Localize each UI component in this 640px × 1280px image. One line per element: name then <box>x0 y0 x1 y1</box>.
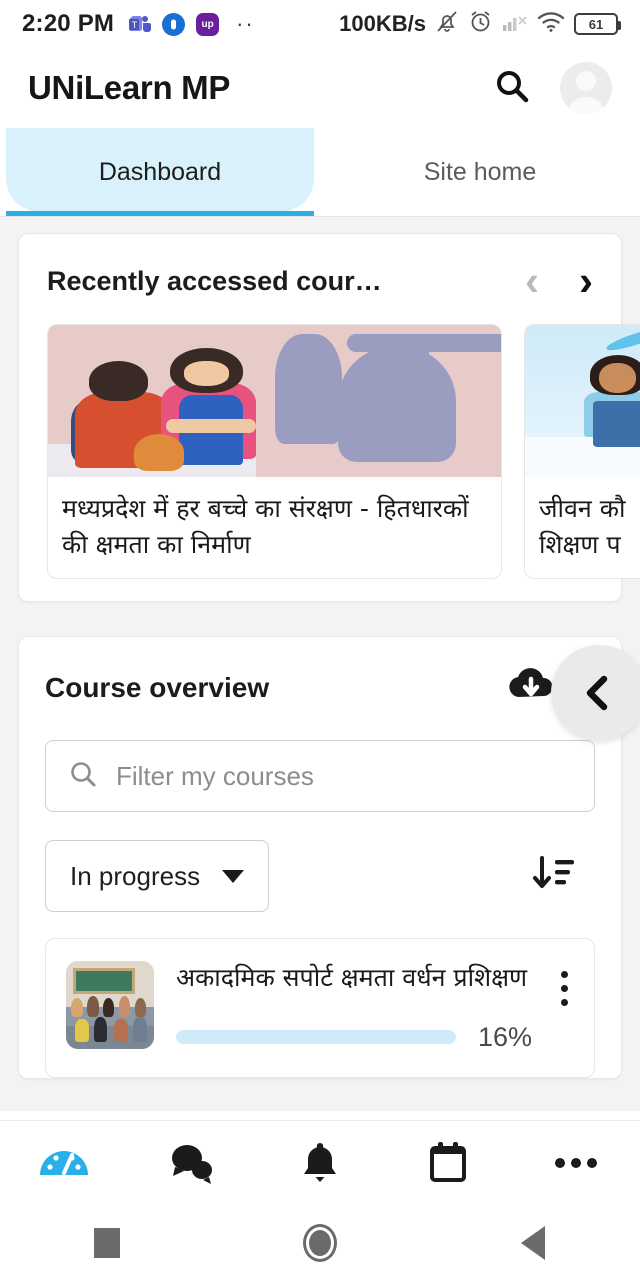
status-overflow-dots: ·· <box>236 11 255 36</box>
bottom-nav-notifications[interactable] <box>256 1138 384 1188</box>
app-header-actions <box>492 62 612 114</box>
blue-circle-app-icon <box>162 12 186 36</box>
course-list-item[interactable]: अकादमिक सपोर्ट क्षमता वर्धन प्रशिक्षण 16… <box>45 938 595 1078</box>
status-right-icons: 100KB/s 61 <box>339 9 621 40</box>
course-item-main: अकादमिक सपोर्ट क्षमता वर्धन प्रशिक्षण 16… <box>176 961 532 1053</box>
system-recents-button[interactable] <box>0 1227 213 1258</box>
no-signal-icon <box>502 11 528 38</box>
search-icon[interactable] <box>492 66 532 111</box>
mute-bell-icon <box>435 9 459 40</box>
tab-dashboard[interactable]: Dashboard <box>0 128 320 216</box>
status-time: 2:20 PM <box>22 10 115 37</box>
progress-percent-label: 16% <box>477 1021 532 1052</box>
course-overview-card: Course overview Filter my courses In pro… <box>18 636 640 1079</box>
teams-icon: T <box>128 13 151 36</box>
school-girl-illustration <box>525 325 640 477</box>
filter-input-placeholder: Filter my courses <box>116 760 314 791</box>
course-status-value: In progress <box>70 860 201 891</box>
alarm-clock-icon <box>468 9 493 39</box>
course-overview-header: Course overview <box>45 665 595 710</box>
recently-accessed-card: Recently accessed cour… ‹ › मध्यप्रदेश म… <box>18 233 640 602</box>
tab-site-home[interactable]: Site home <box>320 128 640 216</box>
status-bar: 2:20 PM T up ·· 100KB/s 61 <box>0 0 640 48</box>
battery-icon: 61 <box>574 13 621 35</box>
bottom-nav-more[interactable] <box>512 1153 640 1173</box>
course-progress: 16% <box>176 1022 532 1053</box>
bottom-nav-calendar[interactable] <box>384 1138 512 1188</box>
status-app-icons: T up ·· <box>128 11 255 36</box>
bottom-navigation <box>0 1120 640 1205</box>
system-navigation-bar <box>0 1205 640 1280</box>
recently-accessed-header: Recently accessed cour… ‹ › <box>47 260 593 302</box>
chevron-down-icon <box>222 869 245 883</box>
avatar[interactable] <box>560 62 612 114</box>
course-status-dropdown[interactable]: In progress <box>45 840 270 912</box>
page-title: UNiLearn MP <box>28 69 231 106</box>
course-controls-row: In progress <box>45 840 595 912</box>
recent-course-title: जीवन कौ शिक्षण प <box>539 494 626 559</box>
network-speed-label: 100KB/s <box>339 11 426 36</box>
battery-level-label: 61 <box>588 16 604 32</box>
search-icon <box>68 759 98 794</box>
child-protection-illustration <box>48 325 501 477</box>
recently-accessed-title: Recently accessed cour… <box>47 265 382 296</box>
course-item-title: अकादमिक सपोर्ट क्षमता वर्धन प्रशिक्षण <box>176 963 528 992</box>
app-header: UNiLearn MP <box>0 48 640 128</box>
kebab-menu-icon[interactable] <box>554 961 574 1006</box>
tab-bar: Dashboard Site home <box>0 128 640 216</box>
recently-accessed-nav: ‹ › <box>525 260 593 302</box>
tab-dashboard-label: Dashboard <box>98 157 222 186</box>
progress-bar-track <box>176 1030 456 1044</box>
recent-course-title: मध्यप्रदेश में हर बच्चे का संरक्षण - हित… <box>62 494 469 559</box>
tab-site-home-label: Site home <box>423 157 537 186</box>
phone-screen: 2:20 PM T up ·· 100KB/s 61 UNiLearn MP D… <box>0 0 640 1280</box>
system-home-button[interactable] <box>213 1223 426 1262</box>
classroom-thumbnail <box>66 961 154 1049</box>
bottom-nav-dashboard[interactable] <box>0 1141 128 1185</box>
sort-descending-icon[interactable] <box>531 852 579 901</box>
recent-course-card[interactable]: मध्यप्रदेश में हर बच्चे का संरक्षण - हित… <box>47 324 502 579</box>
carousel-prev-button[interactable]: ‹ <box>525 260 539 302</box>
bottom-nav-messages[interactable] <box>128 1140 256 1186</box>
purple-up-app-icon: up <box>196 12 220 36</box>
recent-course-card[interactable]: जीवन कौ शिक्षण प <box>524 324 640 579</box>
filter-my-courses-field[interactable]: Filter my courses <box>45 740 595 812</box>
cloud-download-icon[interactable] <box>505 665 557 710</box>
carousel-next-button[interactable]: › <box>579 260 593 302</box>
course-overview-title: Course overview <box>45 671 270 703</box>
recently-accessed-carousel[interactable]: मध्यप्रदेश में हर बच्चे का संरक्षण - हित… <box>47 324 640 579</box>
wifi-icon <box>537 11 565 38</box>
floating-back-button[interactable] <box>551 645 640 741</box>
svg-text:T: T <box>131 20 137 30</box>
main-content: Recently accessed cour… ‹ › मध्यप्रदेश म… <box>0 217 640 1111</box>
system-back-button[interactable] <box>427 1225 640 1260</box>
